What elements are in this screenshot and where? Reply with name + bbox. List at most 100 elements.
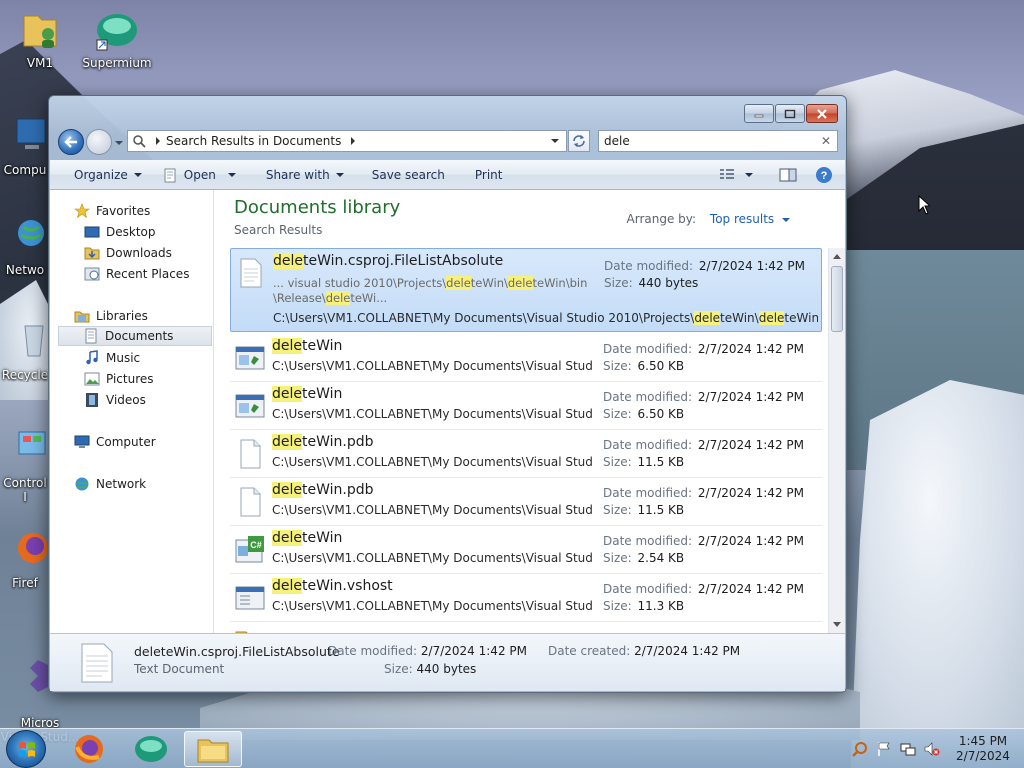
recent-pages-dropdown-icon[interactable] (114, 138, 124, 148)
taskbar-windows-explorer[interactable] (184, 731, 242, 767)
system-clock[interactable]: 1:45 PM 2/7/2024 (948, 734, 1018, 764)
organize-label: Organize (74, 167, 128, 182)
results-scrollbar[interactable] (828, 248, 845, 633)
result-size: Size: 440 bytes (604, 276, 699, 290)
address-dropdown-icon[interactable] (550, 137, 560, 145)
save-search-button[interactable]: Save search (354, 160, 455, 189)
change-view-icon[interactable] (719, 168, 735, 182)
share-with-button[interactable]: Share with (246, 160, 354, 189)
print-button[interactable]: Print (455, 160, 513, 189)
result-path: C:\Users\VM1.COLLABNET\My Documents\Visu… (272, 407, 594, 421)
recent-places-icon (84, 267, 100, 281)
desktop-icon-network[interactable]: Netwo (0, 215, 50, 277)
desktop-icon-label: Firef (12, 576, 38, 590)
close-button[interactable] (806, 104, 838, 123)
nav-desktop[interactable]: Desktop (84, 222, 212, 242)
nav-label: Desktop (106, 225, 156, 239)
nav-documents[interactable]: Documents (58, 326, 212, 346)
address-bar[interactable]: Search Results in Documents (127, 130, 567, 152)
result-size: Size: 6.50 KB (603, 407, 685, 421)
taskbar-supermium[interactable] (122, 731, 180, 767)
nav-videos[interactable]: Videos (84, 390, 212, 410)
network-status-icon[interactable] (900, 741, 916, 757)
nav-libraries[interactable]: Libraries (74, 306, 212, 326)
details-file-type: Text Document (134, 662, 225, 676)
desktop-icon (84, 226, 100, 238)
desktop-icon-firefox[interactable]: Firef (0, 528, 50, 590)
content-pane: Documents library Search Results Arrange… (215, 190, 845, 633)
refresh-button[interactable] (568, 130, 590, 152)
result-row-partial[interactable] (230, 622, 822, 633)
text-file-icon (81, 643, 113, 683)
exe-file-icon (235, 586, 265, 610)
desktop-icon-control-panel[interactable]: Control I (0, 428, 50, 504)
videos-icon (86, 393, 98, 407)
result-row[interactable]: deleteWin C:\Users\VM1.COLLABNET\My Docu… (230, 334, 822, 382)
explorer-window: Search Results in Documents dele ✕ Organ… (48, 95, 847, 693)
nav-label: Pictures (106, 372, 154, 386)
desktop-icon-vm1[interactable]: VM1 (0, 8, 80, 70)
exe-file-icon (235, 346, 265, 370)
result-row[interactable]: deleteWin.csproj.FileListAbsolute ... vi… (230, 248, 822, 332)
clear-search-icon[interactable]: ✕ (821, 134, 831, 148)
start-button[interactable] (6, 730, 46, 768)
breadcrumb[interactable]: Search Results in Documents (166, 134, 341, 148)
desktop-icon-recycle-bin[interactable]: Recycle (0, 320, 50, 382)
result-date-modified: Date modified: 2/7/2024 1:42 PM (603, 390, 804, 404)
network-icon (18, 220, 44, 246)
nav-computer[interactable]: Computer (74, 432, 212, 452)
nav-recent-places[interactable]: Recent Places (84, 264, 212, 284)
back-button[interactable] (58, 129, 84, 155)
help-icon[interactable]: ? (815, 166, 833, 184)
result-row[interactable]: deleteWin.vshost C:\Users\VM1.COLLABNET\… (230, 574, 822, 622)
breadcrumb-arrow-icon[interactable] (349, 136, 357, 146)
scroll-thumb[interactable] (831, 266, 843, 332)
desktop-icon-supermium[interactable]: Supermium (77, 8, 157, 70)
breadcrumb-arrow-icon[interactable] (154, 136, 162, 146)
nav-pictures[interactable]: Pictures (84, 369, 212, 389)
forward-button[interactable] (86, 129, 112, 155)
firefox-icon (75, 735, 103, 763)
folder-icon (197, 739, 229, 763)
folder-icon (235, 631, 248, 633)
action-center-flag-icon[interactable] (876, 741, 892, 757)
result-size: Size: 6.50 KB (603, 359, 685, 373)
result-row[interactable]: deleteWin C:\Users\VM1.COLLABNET\My Docu… (230, 382, 822, 430)
result-path: C:\Users\VM1.COLLABNET\My Documents\Visu… (272, 455, 594, 469)
organize-button[interactable]: Organize (50, 160, 152, 189)
arrange-by-dropdown[interactable]: Top results (710, 212, 790, 226)
details-size: Size: 440 bytes (384, 662, 477, 676)
search-input-value: dele (604, 134, 630, 148)
open-button[interactable]: Open (152, 160, 246, 189)
nav-network[interactable]: Network (74, 474, 212, 494)
search-input[interactable]: dele ✕ (598, 130, 838, 152)
nav-favorites[interactable]: Favorites (74, 201, 212, 221)
scroll-up-icon[interactable] (833, 254, 841, 259)
result-row[interactable]: C# deleteWin C:\Users\VM1.COLLABNET\My D… (230, 526, 822, 574)
pictures-icon (84, 372, 100, 386)
result-row[interactable]: deleteWin.pdb C:\Users\VM1.COLLABNET\My … (230, 430, 822, 478)
preview-pane-icon[interactable] (779, 168, 797, 182)
documents-icon (85, 328, 97, 344)
nav-music[interactable]: Music (84, 348, 212, 368)
details-file-name: deleteWin.csproj.FileListAbsolute (134, 644, 340, 659)
search-folder-icon (133, 135, 146, 148)
result-row[interactable]: deleteWin.pdb C:\Users\VM1.COLLABNET\My … (230, 478, 822, 526)
taskbar-firefox[interactable] (60, 731, 118, 767)
search-icon[interactable] (852, 741, 868, 757)
print-label: Print (474, 167, 503, 182)
volume-muted-icon[interactable] (924, 741, 940, 757)
computer-icon (16, 118, 46, 149)
result-path: C:\Users\VM1.COLLABNET\My Documents\Visu… (272, 551, 594, 565)
desktop-icon-computer[interactable]: Compu (0, 115, 50, 177)
maximize-button[interactable] (775, 104, 805, 123)
scroll-down-icon[interactable] (833, 622, 841, 627)
result-name: deleteWin (272, 338, 343, 354)
desktop-icon-label: VM1 (26, 56, 54, 70)
save-search-label: Save search (371, 167, 445, 182)
minimize-button[interactable] (744, 104, 774, 123)
nav-downloads[interactable]: Downloads (84, 243, 212, 263)
view-dropdown-icon[interactable] (745, 172, 753, 177)
result-date-modified: Date modified: 2/7/2024 1:42 PM (603, 342, 804, 356)
details-pane: deleteWin.csproj.FileListAbsolute Text D… (50, 633, 845, 691)
